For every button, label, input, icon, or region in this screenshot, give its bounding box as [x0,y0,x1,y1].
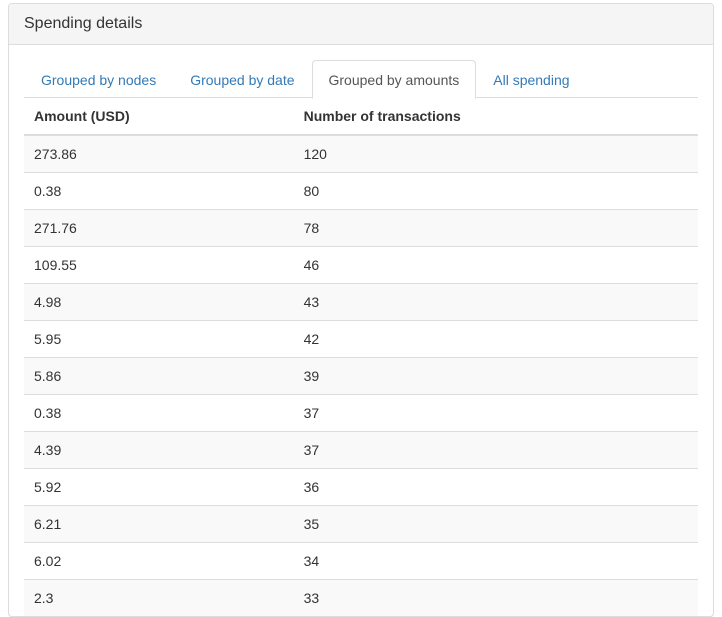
table-row: 273.86120 [24,135,698,173]
cell-amount: 6.21 [24,506,294,543]
table-row: 2.333 [24,580,698,617]
cell-amount: 5.86 [24,358,294,395]
cell-amount: 4.98 [24,284,294,321]
cell-amount: 273.86 [24,135,294,173]
tab-item[interactable]: Grouped by amounts [312,60,477,99]
table-row: 4.3937 [24,432,698,469]
cell-transaction-count: 33 [294,580,698,617]
cell-transaction-count: 80 [294,173,698,210]
cell-amount: 2.3 [24,580,294,617]
cell-transaction-count: 46 [294,247,698,284]
panel-body: Grouped by nodesGrouped by dateGrouped b… [9,45,713,616]
spending-details-panel: Spending details Grouped by nodesGrouped… [8,3,714,617]
panel-header: Spending details [9,4,713,45]
cell-transaction-count: 78 [294,210,698,247]
table-header-row: Amount (USD)Number of transactions [24,98,698,135]
cell-amount: 0.38 [24,395,294,432]
column-header: Number of transactions [294,98,698,135]
table-row: 5.8639 [24,358,698,395]
cell-transaction-count: 35 [294,506,698,543]
table-row: 5.9542 [24,321,698,358]
cell-transaction-count: 37 [294,432,698,469]
tab-list: Grouped by nodesGrouped by dateGrouped b… [24,60,698,98]
page-title: Spending details [24,14,698,34]
tab-grouped-by-nodes[interactable]: Grouped by nodes [24,60,173,99]
table-row: 4.9843 [24,284,698,321]
tab-grouped-by-amounts[interactable]: Grouped by amounts [312,60,477,99]
cell-transaction-count: 43 [294,284,698,321]
table-row: 271.7678 [24,210,698,247]
tab-item[interactable]: All spending [476,60,586,99]
spending-table: Amount (USD)Number of transactions 273.8… [24,98,698,616]
cell-amount: 5.95 [24,321,294,358]
tab-item[interactable]: Grouped by date [173,60,311,99]
cell-amount: 271.76 [24,210,294,247]
table-row: 5.9236 [24,469,698,506]
tab-all-spending[interactable]: All spending [476,60,586,99]
cell-transaction-count: 39 [294,358,698,395]
table-body: 273.861200.3880271.7678109.55464.98435.9… [24,135,698,616]
cell-transaction-count: 120 [294,135,698,173]
table-head: Amount (USD)Number of transactions [24,98,698,135]
table-row: 109.5546 [24,247,698,284]
cell-amount: 6.02 [24,543,294,580]
tab-grouped-by-date[interactable]: Grouped by date [173,60,311,99]
column-header: Amount (USD) [24,98,294,135]
tab-item[interactable]: Grouped by nodes [24,60,173,99]
cell-amount: 109.55 [24,247,294,284]
table-container: Amount (USD)Number of transactions 273.8… [24,98,698,616]
cell-transaction-count: 36 [294,469,698,506]
cell-transaction-count: 42 [294,321,698,358]
cell-transaction-count: 37 [294,395,698,432]
table-row: 0.3880 [24,173,698,210]
table-row: 6.0234 [24,543,698,580]
cell-amount: 4.39 [24,432,294,469]
table-row: 6.2135 [24,506,698,543]
cell-amount: 5.92 [24,469,294,506]
table-row: 0.3837 [24,395,698,432]
cell-transaction-count: 34 [294,543,698,580]
cell-amount: 0.38 [24,173,294,210]
